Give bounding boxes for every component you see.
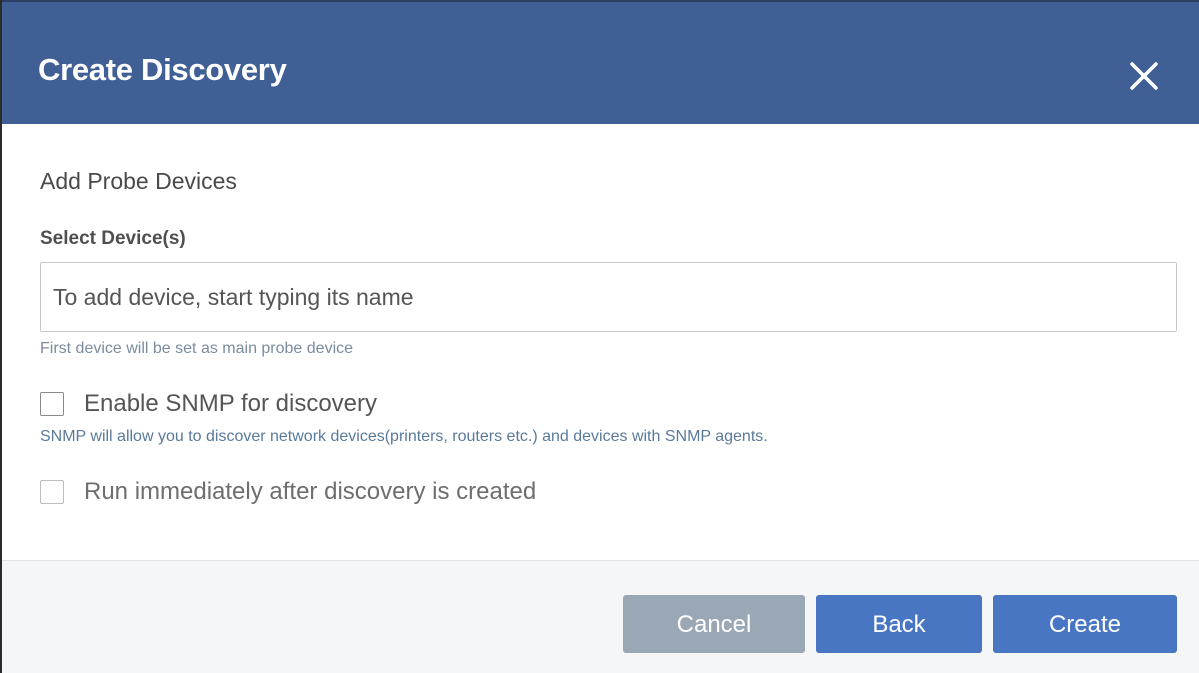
select-devices-label: Select Device(s)	[40, 228, 186, 249]
enable-snmp-checkbox[interactable]	[40, 392, 64, 416]
run-immediately-label: Run immediately after discovery is creat…	[84, 478, 537, 505]
create-discovery-dialog: Create Discovery Add Probe Devices Selec…	[0, 0, 1199, 673]
dialog-header: Create Discovery	[2, 0, 1199, 124]
create-button[interactable]: Create	[993, 595, 1177, 653]
run-immediately-checkbox[interactable]	[40, 480, 64, 504]
device-hint: First device will be set as main probe d…	[40, 340, 354, 357]
back-button[interactable]: Back	[816, 595, 982, 653]
close-button[interactable]	[1124, 56, 1164, 96]
cancel-button[interactable]: Cancel	[623, 595, 805, 653]
enable-snmp-label: Enable SNMP for discovery	[84, 390, 378, 417]
device-search-input[interactable]	[40, 262, 1177, 332]
snmp-description: SNMP will allow you to discover network …	[40, 428, 768, 445]
enable-snmp-checkbox-row[interactable]: Enable SNMP for discovery	[40, 390, 377, 418]
dialog-title: Create Discovery	[38, 52, 287, 87]
section-title: Add Probe Devices	[40, 168, 237, 194]
run-immediately-checkbox-row[interactable]: Run immediately after discovery is creat…	[40, 478, 536, 506]
dialog-footer: Cancel Back Create	[2, 560, 1199, 673]
close-icon	[1130, 62, 1158, 90]
dialog-body: Add Probe Devices Select Device(s) First…	[2, 124, 1199, 560]
